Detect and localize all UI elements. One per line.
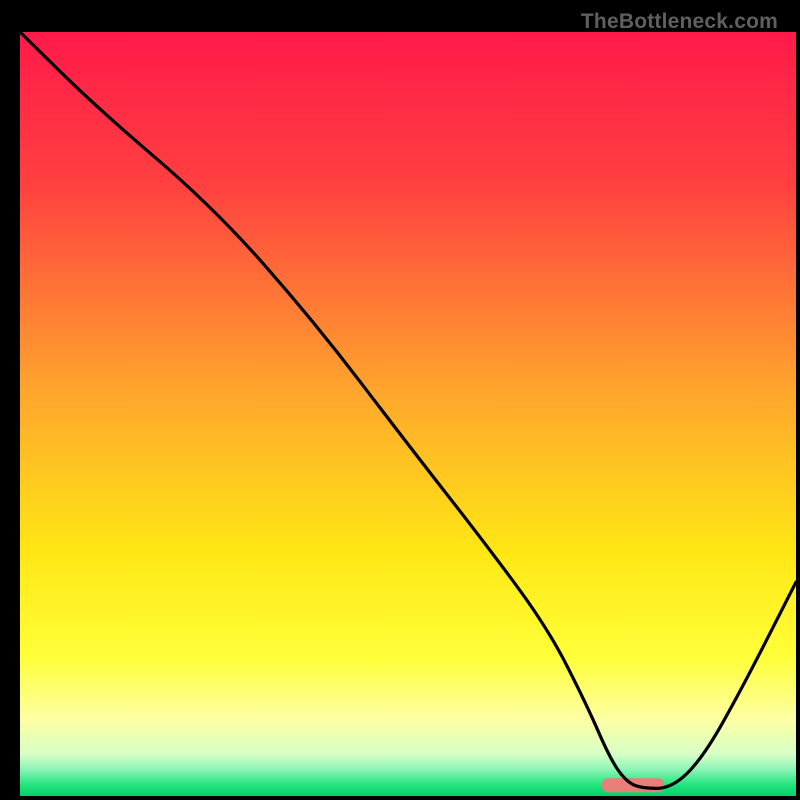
gradient-background: [20, 32, 796, 796]
plot-area: [20, 32, 796, 796]
chart-frame: TheBottleneck.com: [8, 8, 792, 798]
watermark-text: TheBottleneck.com: [581, 10, 778, 34]
chart-svg: [20, 32, 796, 796]
